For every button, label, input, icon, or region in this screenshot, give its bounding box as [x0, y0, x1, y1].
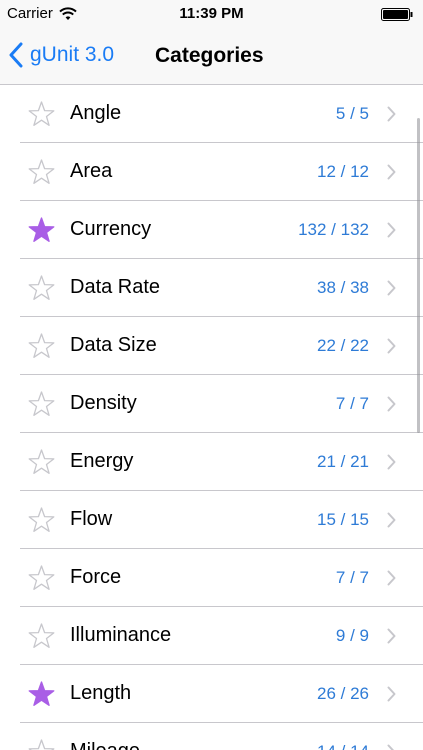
- category-count: 21 / 21: [317, 452, 369, 471]
- status-time: 11:39 PM: [179, 5, 244, 22]
- category-label: Force: [70, 566, 122, 588]
- chevron-right-icon: [387, 570, 396, 586]
- table-row[interactable]: Area 12 / 12: [0, 143, 423, 201]
- category-count: 12 / 12: [317, 162, 369, 181]
- scroll-indicator: [417, 118, 420, 433]
- category-count: 22 / 22: [317, 336, 369, 355]
- chevron-right-icon: [387, 454, 396, 470]
- page-title: Categories: [155, 44, 264, 67]
- star-outline-icon[interactable]: [28, 159, 55, 185]
- table-row[interactable]: Mileage 14 / 14: [0, 723, 423, 750]
- category-count: 38 / 38: [317, 278, 369, 297]
- chevron-right-icon: [387, 686, 396, 702]
- table-row[interactable]: Data Rate 38 / 38: [0, 259, 423, 317]
- table-row[interactable]: Length 26 / 26: [0, 665, 423, 723]
- star-filled-icon[interactable]: [28, 217, 55, 243]
- table-row[interactable]: Angle 5 / 5: [0, 85, 423, 143]
- category-label: Area: [70, 160, 113, 182]
- star-outline-icon[interactable]: [28, 565, 55, 591]
- status-bar: Carrier 11:39 PM: [0, 0, 423, 28]
- chevron-right-icon: [387, 338, 396, 354]
- category-label: Length: [70, 682, 132, 704]
- category-label: Illuminance: [70, 624, 172, 646]
- star-outline-icon[interactable]: [28, 739, 55, 750]
- category-label: Energy: [70, 450, 134, 472]
- category-label: Mileage: [70, 740, 140, 750]
- table-row[interactable]: Data Size 22 / 22: [0, 317, 423, 375]
- category-label: Angle: [70, 102, 122, 124]
- category-label: Data Rate: [70, 276, 161, 298]
- category-count: 9 / 9: [335, 626, 369, 645]
- navigation-bar: gUnit 3.0 Categories: [0, 28, 423, 85]
- table-row[interactable]: Currency 132 / 132: [0, 201, 423, 259]
- category-count: 15 / 15: [317, 510, 369, 529]
- category-count: 7 / 7: [335, 568, 369, 587]
- chevron-right-icon: [387, 222, 396, 238]
- table-row[interactable]: Energy 21 / 21: [0, 433, 423, 491]
- category-label: Data Size: [70, 334, 157, 356]
- battery-icon: [381, 8, 413, 21]
- category-count: 7 / 7: [335, 394, 369, 413]
- category-count: 26 / 26: [317, 684, 369, 703]
- star-outline-icon[interactable]: [28, 449, 55, 475]
- star-outline-icon[interactable]: [28, 391, 55, 417]
- star-outline-icon[interactable]: [28, 101, 55, 127]
- category-label: Currency: [70, 218, 152, 240]
- table-row[interactable]: Force 7 / 7: [0, 549, 423, 607]
- category-count: 132 / 132: [298, 220, 369, 239]
- star-outline-icon[interactable]: [28, 623, 55, 649]
- chevron-right-icon: [387, 628, 396, 644]
- category-count: 14 / 14: [317, 742, 369, 750]
- chevron-right-icon: [387, 744, 395, 750]
- star-outline-icon[interactable]: [28, 507, 55, 533]
- back-chevron-icon: [9, 42, 23, 68]
- chevron-right-icon: [387, 164, 396, 180]
- chevron-right-icon: [387, 512, 396, 528]
- chevron-right-icon: [387, 396, 396, 412]
- table-row[interactable]: Flow 15 / 15: [0, 491, 423, 549]
- table-row[interactable]: Illuminance 9 / 9: [0, 607, 423, 665]
- star-outline-icon[interactable]: [28, 275, 55, 301]
- chevron-right-icon: [387, 106, 396, 122]
- chevron-right-icon: [387, 280, 396, 296]
- star-filled-icon[interactable]: [28, 681, 55, 707]
- star-outline-icon[interactable]: [28, 333, 55, 359]
- table-row[interactable]: Density 7 / 7: [0, 375, 423, 433]
- category-list[interactable]: Angle 5 / 5 Area 12 / 12 Currency 132 / 132 Da…: [0, 85, 423, 750]
- back-button[interactable]: gUnit 3.0: [8, 40, 114, 70]
- back-button-label: gUnit 3.0: [30, 43, 115, 66]
- category-label: Flow: [70, 508, 113, 530]
- category-label: Density: [70, 392, 137, 414]
- category-count: 5 / 5: [335, 104, 369, 123]
